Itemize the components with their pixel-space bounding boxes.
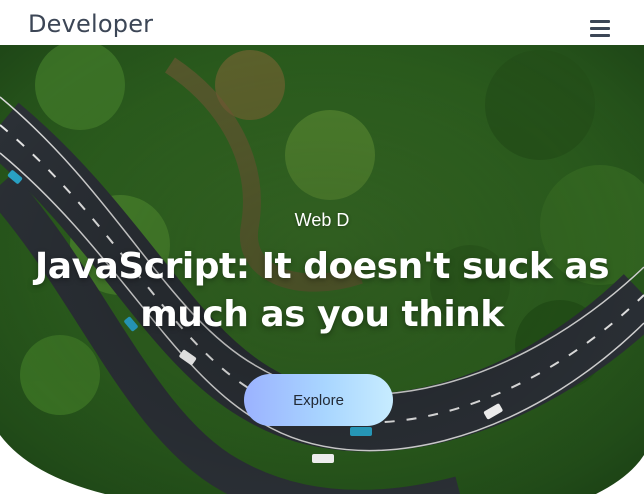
hero-title: JavaScript: It doesn't suck as much as y… xyxy=(34,246,610,335)
explore-button[interactable]: Explore xyxy=(244,374,393,426)
hero-section: Web D JavaScript: It doesn't suck as muc… xyxy=(0,45,644,494)
hero-content: Web D JavaScript: It doesn't suck as muc… xyxy=(0,45,644,494)
site-logo[interactable]: Developer xyxy=(28,10,153,38)
hamburger-menu-icon[interactable] xyxy=(590,20,610,38)
hero-kicker: Web D xyxy=(294,210,350,230)
site-header: Developer xyxy=(0,0,644,45)
